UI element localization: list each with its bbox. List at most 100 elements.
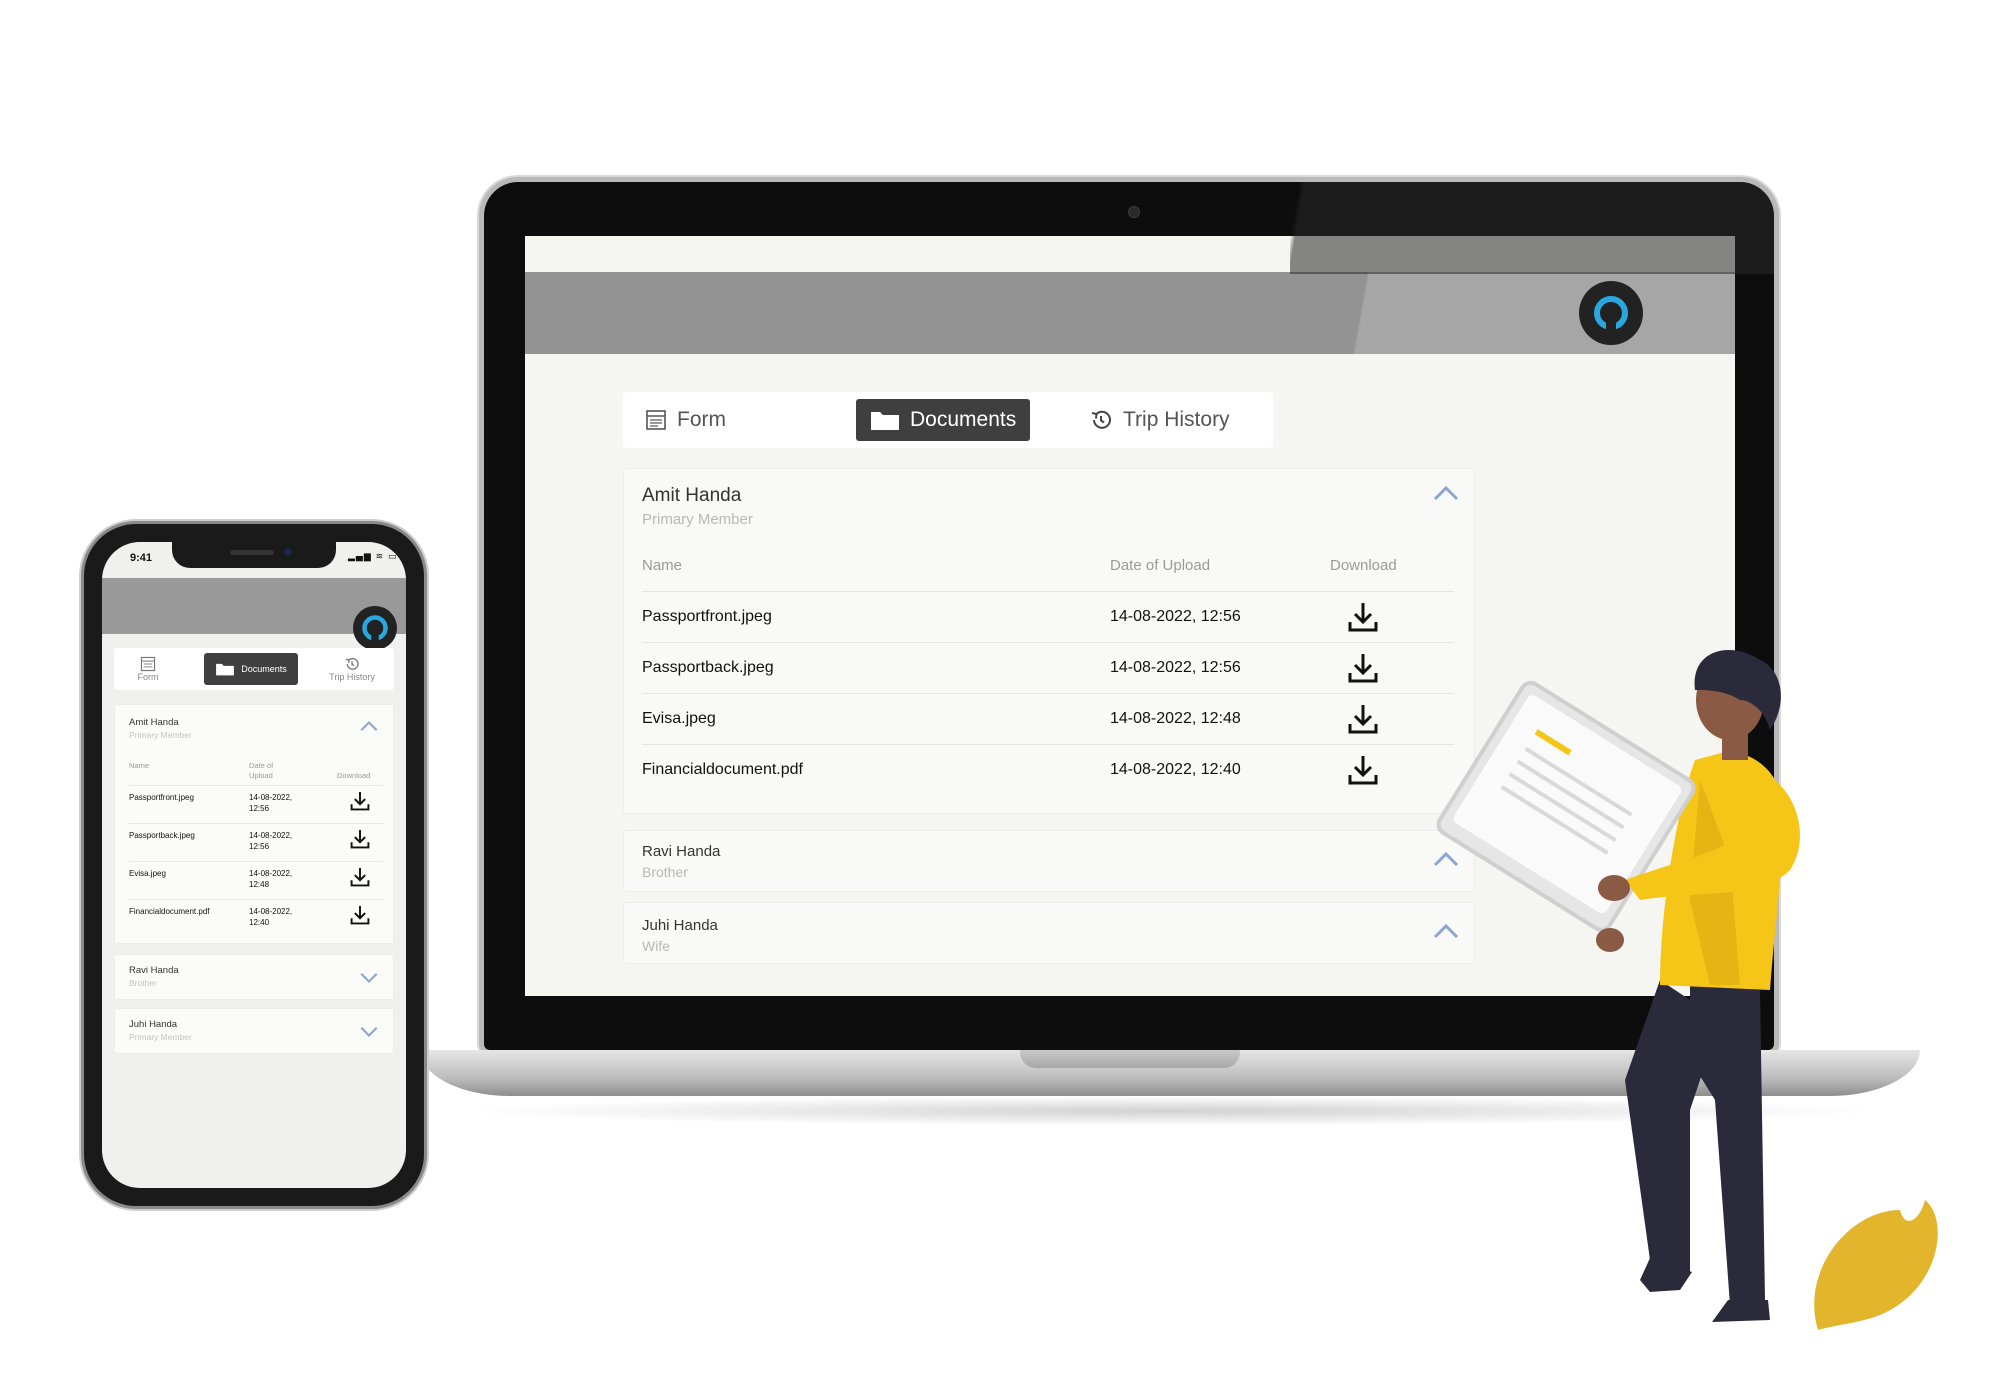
table-row: Passportfront.jpeg 14-08-2022, 12:56: [129, 785, 383, 823]
phone-notch: [172, 542, 336, 568]
tab-documents[interactable]: Documents: [856, 399, 1031, 441]
member-relation: Wife: [642, 938, 670, 954]
member-name: Juhi Handa: [642, 917, 718, 934]
status-time: 9:41: [130, 552, 153, 564]
tab-trip-history-label: Trip History: [329, 672, 375, 682]
folder-icon: [871, 412, 899, 430]
table-row: Evisa.jpeg 14-08-2022, 12:48: [642, 693, 1454, 744]
member-card-juhi[interactable]: Juhi Handa Primary Member: [114, 1008, 394, 1054]
document-name: Evisa.jpeg: [129, 869, 166, 878]
member-relation: Primary Member: [129, 730, 192, 740]
header-highlight: [1325, 272, 1735, 354]
tab-documents[interactable]: Documents: [204, 653, 298, 685]
laptop-hinge-notch: [1020, 1050, 1240, 1068]
member-card-amit: Amit Handa Primary Member Name Date of U…: [623, 468, 1475, 814]
column-header-date: Date of Upload: [249, 761, 274, 780]
phone-side-button: [424, 680, 428, 756]
shoe-front: [1712, 1300, 1770, 1322]
table-row: Passportfront.jpeg 14-08-2022, 12:56: [642, 591, 1454, 642]
phone-speaker: [230, 550, 274, 555]
member-name: Juhi Handa: [129, 1019, 178, 1030]
user-avatar[interactable]: [1579, 281, 1643, 345]
table-row: Passportback.jpeg 14-08-2022, 12:56: [129, 823, 383, 861]
leaf-shape: [1814, 1200, 1938, 1330]
chevron-up-icon[interactable]: [1432, 921, 1460, 941]
member-card-amit: Amit Handa Primary Member Name Date of U…: [114, 704, 394, 944]
member-name: Amit Handa: [129, 717, 179, 728]
document-name: Passportback.jpeg: [129, 831, 195, 840]
tab-form[interactable]: Form: [645, 399, 726, 441]
upload-date: 14-08-2022, 12:40: [1110, 761, 1241, 778]
desktop-app: Form Documents Trip History Amit Handa P…: [525, 236, 1735, 996]
tab-form-label: Form: [137, 672, 159, 682]
table-row: Financialdocument.pdf 14-08-2022, 12:40: [642, 744, 1454, 795]
document-name: Financialdocument.pdf: [642, 761, 803, 778]
download-icon[interactable]: [349, 866, 371, 888]
member-card-ravi[interactable]: Ravi Handa Brother: [623, 830, 1475, 892]
member-relation: Brother: [642, 864, 688, 880]
upload-date: 14-08-2022, 12:48: [249, 869, 293, 889]
column-header-name: Name: [642, 557, 683, 574]
status-icons: ▂▄▆ ≋ ▭: [348, 552, 398, 562]
tab-documents-label: Documents: [241, 664, 287, 674]
download-icon[interactable]: [1346, 651, 1380, 685]
download-icon[interactable]: [1346, 702, 1380, 736]
member-relation: Brother: [129, 978, 157, 988]
tab-trip-history[interactable]: Trip History: [1089, 399, 1230, 441]
form-icon: [646, 410, 666, 430]
document-name: Passportfront.jpeg: [642, 608, 772, 625]
tab-form-label: Form: [677, 408, 726, 431]
upload-date: 14-08-2022, 12:40: [249, 907, 293, 927]
chevron-up-icon[interactable]: [359, 719, 379, 733]
upload-date: 14-08-2022, 12:56: [1110, 659, 1241, 676]
showcase-stage: Form Documents Trip History Amit Handa P…: [0, 0, 2000, 1400]
table-row: Evisa.jpeg 14-08-2022, 12:48: [129, 861, 383, 899]
tab-bar: Form Documents Trip History: [623, 392, 1273, 448]
tab-trip-history-label: Trip History: [1123, 408, 1230, 431]
member-name: Amit Handa: [642, 485, 742, 506]
upload-date: 14-08-2022, 12:56: [249, 793, 293, 813]
member-card-ravi[interactable]: Ravi Handa Brother: [114, 954, 394, 1000]
upload-date: 14-08-2022, 12:48: [1110, 710, 1241, 727]
member-relation: Primary Member: [129, 1032, 192, 1042]
avatar-icon: [1594, 296, 1628, 333]
download-icon[interactable]: [1346, 600, 1380, 634]
member-relation: Primary Member: [642, 511, 753, 528]
table-row: Passportback.jpeg 14-08-2022, 12:56: [642, 642, 1454, 693]
tab-documents-label: Documents: [910, 408, 1017, 431]
chevron-down-icon[interactable]: [359, 1025, 379, 1039]
column-header-download: Download: [1330, 557, 1397, 574]
laptop-shadow: [460, 1096, 1880, 1126]
mobile-app: 9:41 ▂▄▆ ≋ ▭ Form Documents Trip History…: [102, 542, 406, 1188]
column-header-date: Date of Upload: [1110, 557, 1211, 574]
member-name: Ravi Handa: [129, 965, 179, 976]
tab-form[interactable]: Form: [120, 653, 176, 685]
download-icon[interactable]: [349, 904, 371, 926]
upload-date: 14-08-2022, 12:56: [1110, 608, 1241, 625]
avatar-icon: [362, 615, 388, 643]
upload-date: 14-08-2022, 12:56: [249, 831, 293, 851]
column-header-download: Download: [337, 771, 371, 780]
phone-camera: [284, 548, 292, 556]
member-name: Ravi Handa: [642, 843, 721, 860]
shoe-back: [1640, 1258, 1692, 1292]
folder-icon: [216, 663, 235, 676]
chevron-up-icon[interactable]: [1432, 483, 1460, 503]
history-icon: [1091, 410, 1111, 429]
form-icon: [140, 656, 156, 672]
download-icon[interactable]: [349, 828, 371, 850]
chevron-up-icon[interactable]: [1432, 849, 1460, 869]
document-name: Passportfront.jpeg: [129, 793, 194, 802]
user-avatar[interactable]: [353, 606, 397, 650]
chevron-down-icon[interactable]: [359, 971, 379, 985]
document-name: Passportback.jpeg: [642, 659, 774, 676]
download-icon[interactable]: [1346, 753, 1380, 787]
download-icon[interactable]: [349, 790, 371, 812]
tab-trip-history[interactable]: Trip History: [314, 653, 390, 685]
document-name: Evisa.jpeg: [642, 710, 716, 727]
history-icon: [345, 657, 359, 670]
column-header-name: Name: [129, 761, 150, 770]
member-card-juhi[interactable]: Juhi Handa Wife: [623, 902, 1475, 964]
webcam: [1128, 206, 1140, 218]
table-row: Financialdocument.pdf 14-08-2022, 12:40: [129, 899, 383, 937]
